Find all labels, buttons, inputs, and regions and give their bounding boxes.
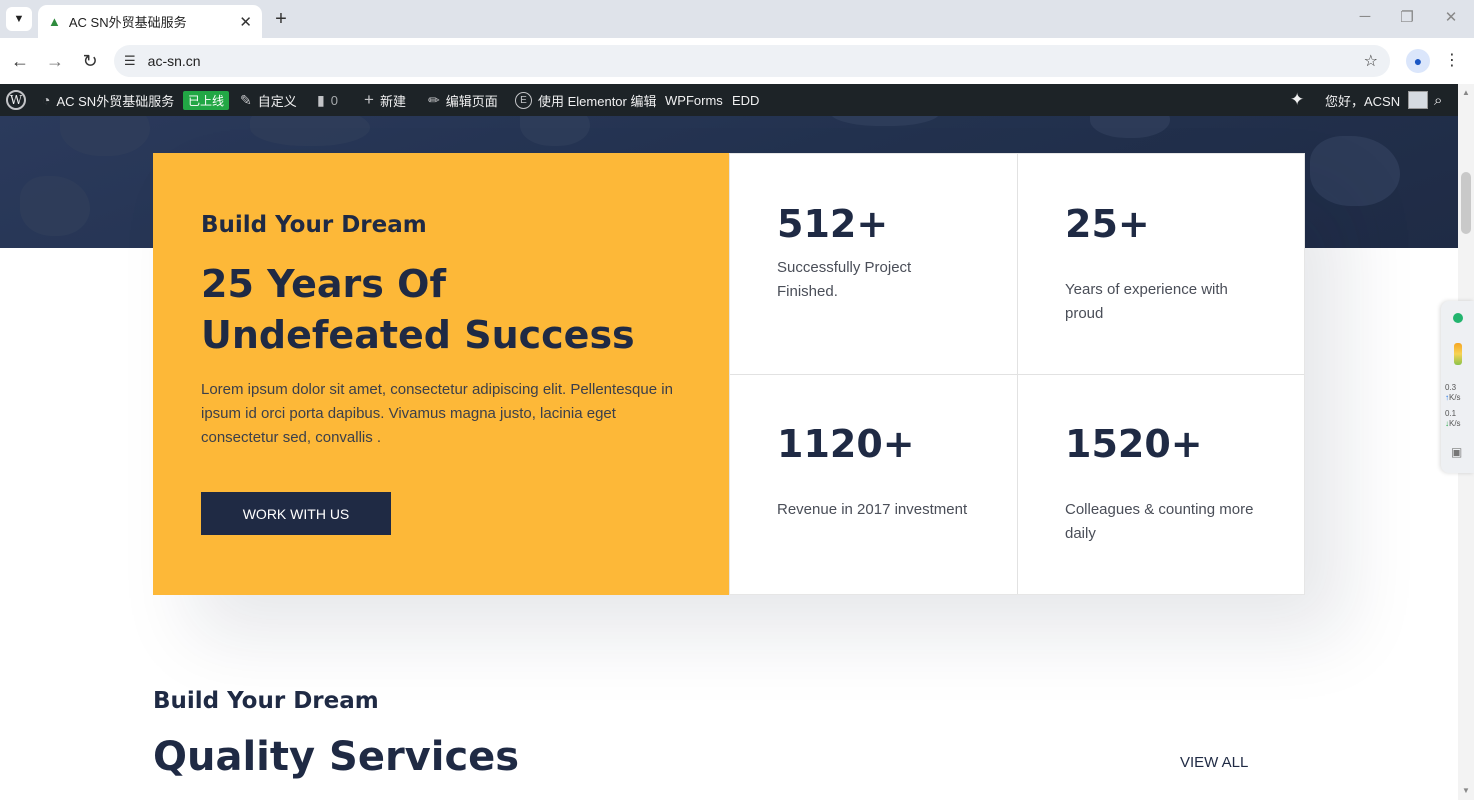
tab-title: AC SN外贸基础服务 (68, 15, 187, 30)
elementor-icon: E (515, 91, 532, 109)
stats-grid: 512+ Successfully Project Finished. 25+ … (729, 153, 1305, 595)
stat-caption: Revenue in 2017 investment (777, 501, 968, 518)
work-with-us-button[interactable]: WORK WITH US (201, 492, 391, 535)
hero-eyebrow: Build Your Dream (201, 212, 427, 238)
view-all-link[interactable]: VIEW ALL (1180, 754, 1248, 771)
arrow-left-icon[interactable]: ← (8, 50, 32, 72)
minimize-icon[interactable]: ─ (1350, 8, 1380, 25)
greeting-label: 您好，ACSN (1325, 93, 1401, 109)
browser-tab-bar: ▼ ▲ AC SN外贸基础服务 ✕ + ─ ❐ ✕ (0, 0, 1474, 38)
download-speed: 0.1 ↓K/s (1445, 409, 1473, 429)
scroll-thumb[interactable] (1461, 172, 1471, 234)
chevron-down-icon[interactable]: ▼ (6, 7, 32, 31)
comments-item[interactable]: ▮ 0 (317, 84, 338, 116)
pencil-icon: ✏ (428, 91, 440, 108)
stat-number: 512+ (777, 202, 889, 246)
reload-icon[interactable]: ↻ (78, 50, 102, 72)
gauge-icon (1454, 343, 1462, 365)
scroll-down-icon[interactable]: ▼ (1462, 786, 1470, 795)
upload-value: 0.3 (1445, 383, 1457, 392)
search-icon[interactable]: ⌕ (1434, 84, 1442, 116)
download-unit: K/s (1449, 419, 1461, 428)
plus-icon[interactable]: + (270, 7, 292, 31)
person-icon[interactable]: ● (1406, 49, 1430, 73)
customize-label: 自定义 (257, 93, 297, 109)
edd-label: EDD (732, 92, 760, 108)
new-content-item[interactable]: + 新建 (364, 84, 406, 116)
elementor-label: 使用 Elementor 编辑 (538, 93, 657, 109)
maximize-icon[interactable]: ❐ (1392, 8, 1422, 26)
hero-body: Lorem ipsum dolor sit amet, consectetur … (201, 381, 673, 446)
stats-divider (730, 374, 1304, 375)
window-close-icon[interactable]: ✕ (1436, 8, 1466, 26)
edit-page-label: 编辑页面 (445, 93, 498, 109)
brush-icon: ✎ (240, 91, 252, 108)
tune-icon[interactable]: ☰ (124, 53, 136, 69)
elementor-item[interactable]: E 使用 Elementor 编辑 (515, 84, 656, 116)
camera-icon[interactable]: ▣ (1451, 445, 1462, 459)
kebab-icon[interactable]: ⋮ (1442, 48, 1462, 74)
status-badge: 已上线 (183, 84, 230, 116)
wp-admin-bar: W ◔ AC SN外贸基础服务 已上线 ✎ 自定义 ▮ 0 + 新建 ✏ 编辑页… (0, 84, 1474, 116)
status-dot-icon (1453, 313, 1463, 323)
page-content: Build Your Dream 25 Years Of Undefeated … (0, 116, 1458, 800)
wpforms-item[interactable]: WPForms (665, 84, 723, 116)
upload-unit: K/s (1449, 393, 1461, 402)
star-icon[interactable]: ☆ (1364, 51, 1378, 71)
edd-item[interactable]: EDD (732, 84, 759, 116)
services-eyebrow: Build Your Dream (153, 688, 379, 714)
stat-caption: Successfully Project Finished. (777, 259, 912, 300)
plus-icon: + (364, 90, 374, 109)
dashboard-icon: ◔ (42, 92, 51, 108)
avatar (1408, 91, 1429, 109)
comments-count: 0 (330, 92, 338, 108)
sparkle-icon[interactable]: ✦ (1290, 84, 1304, 116)
browser-tab[interactable]: ▲ AC SN外贸基础服务 ✕ (38, 5, 262, 38)
stat-number: 25+ (1065, 202, 1150, 246)
stat-caption: Years of experience with proud (1065, 281, 1228, 322)
scroll-up-icon[interactable]: ▲ (1462, 88, 1470, 97)
new-content-label: 新建 (379, 93, 406, 109)
site-name-item[interactable]: ◔ AC SN外贸基础服务 (42, 84, 174, 116)
tree-icon: ▲ (48, 14, 61, 29)
upload-speed: 0.3 ↑K/s (1445, 383, 1473, 403)
url-input[interactable]: ☰ ac-sn.cn ☆ (114, 45, 1390, 77)
wordpress-logo-icon[interactable]: W (6, 84, 26, 116)
status-badge-label: 已上线 (183, 90, 230, 110)
network-monitor-widget[interactable]: 0.3 ↑K/s 0.1 ↓K/s ▣ (1441, 301, 1474, 473)
hero-title: 25 Years Of Undefeated Success (201, 262, 635, 357)
edit-page-item[interactable]: ✏ 编辑页面 (428, 84, 498, 116)
services-title: Quality Services (153, 734, 520, 780)
download-value: 0.1 (1445, 409, 1457, 418)
account-item[interactable]: 您好，ACSN (1325, 84, 1429, 116)
close-icon[interactable]: ✕ (239, 13, 252, 31)
stat-number: 1520+ (1065, 422, 1203, 466)
stat-caption: Colleagues & counting more daily (1065, 501, 1254, 542)
stat-number: 1120+ (777, 422, 915, 466)
customize-item[interactable]: ✎ 自定义 (240, 84, 297, 116)
url-text: ac-sn.cn (147, 53, 201, 69)
comment-icon: ▮ (317, 91, 325, 108)
arrow-right-icon[interactable]: → (43, 50, 67, 72)
site-name: AC SN外贸基础服务 (56, 93, 175, 109)
wpforms-label: WPForms (665, 92, 723, 108)
